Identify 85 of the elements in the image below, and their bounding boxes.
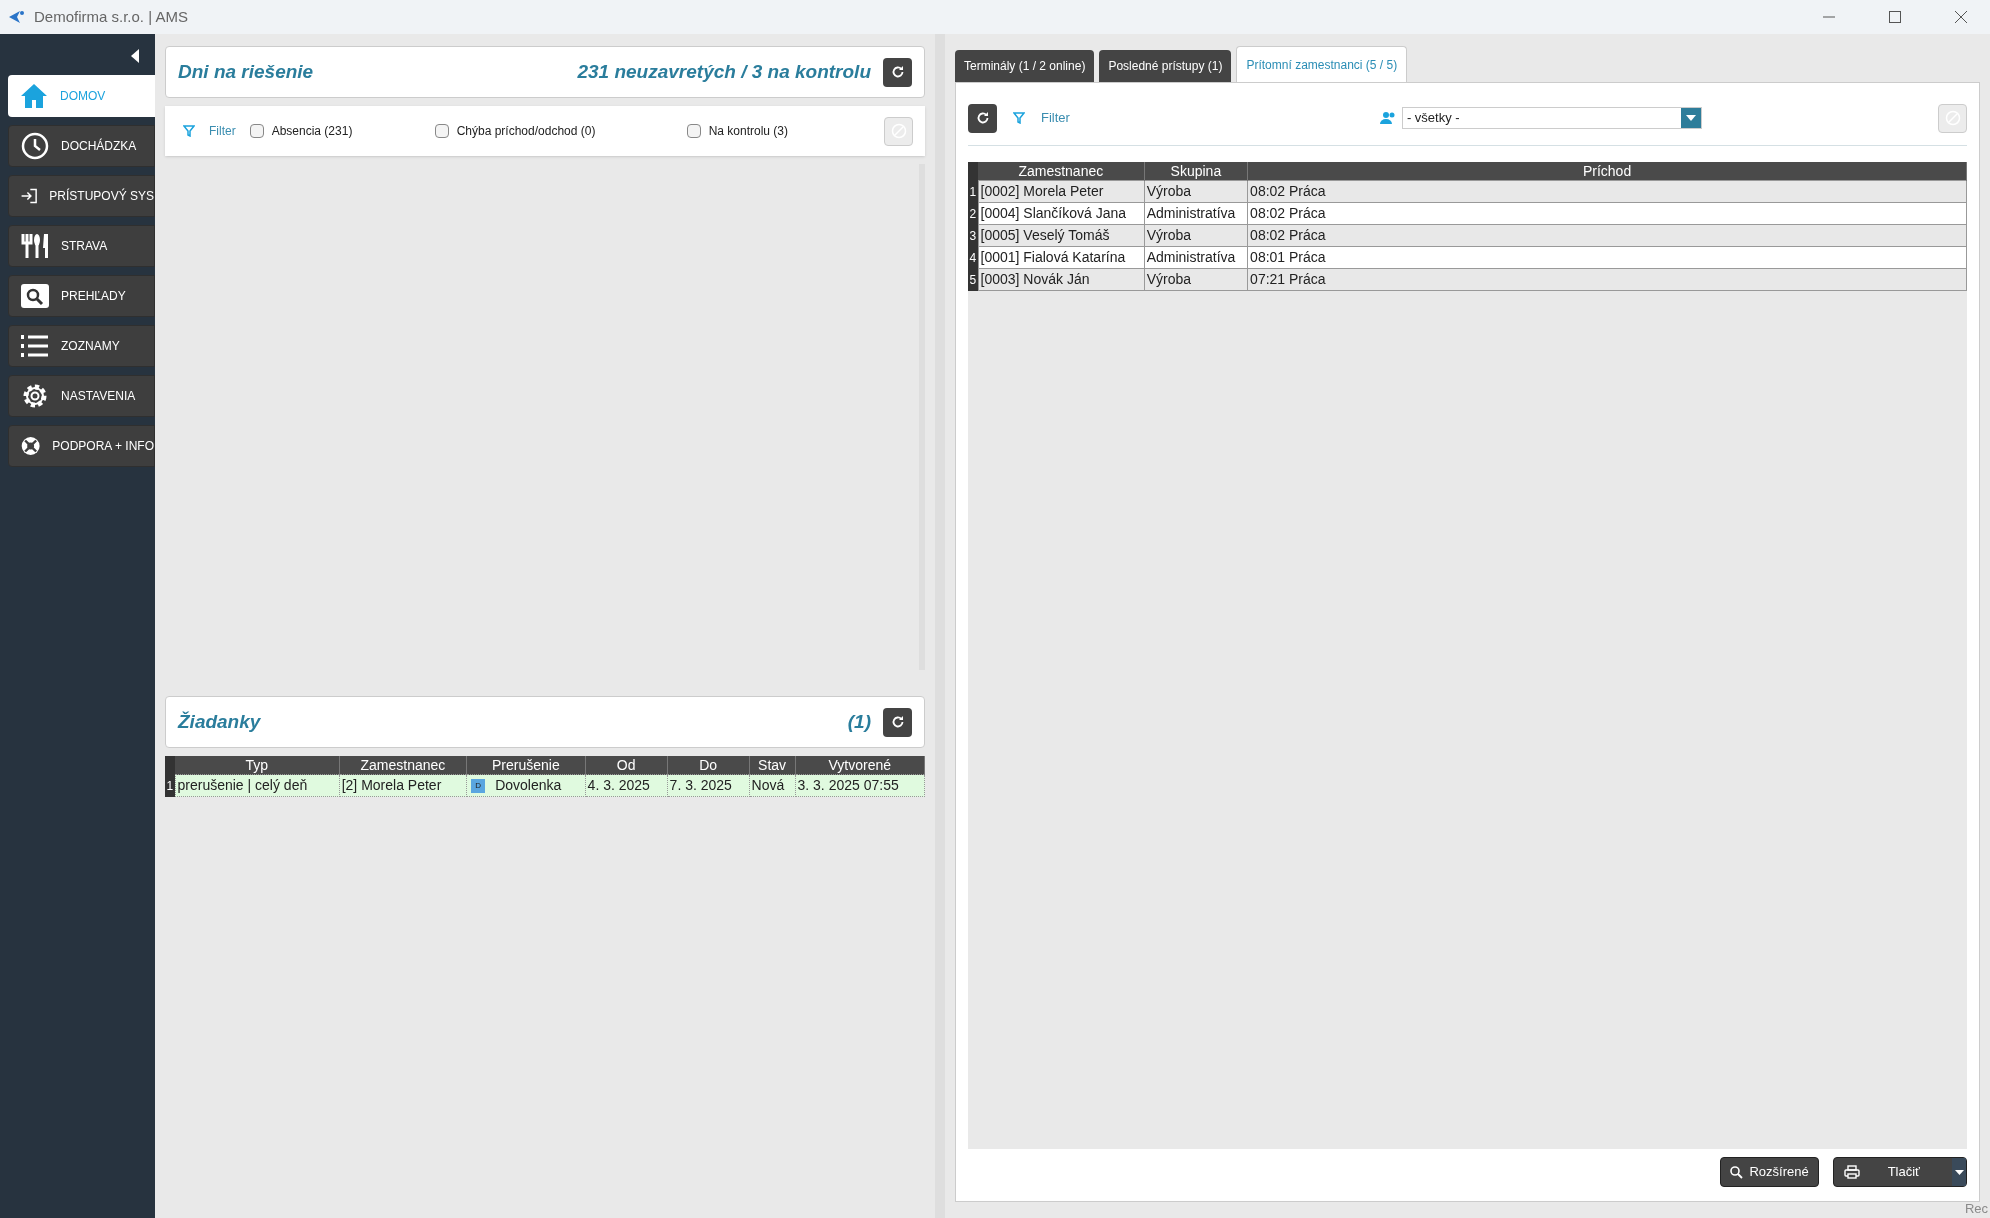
table-cell: prerušenie | celý deň	[175, 774, 340, 797]
table-cell: 08:02 Práca	[1247, 180, 1967, 203]
tab[interactable]: Terminály (1 / 2 online)	[955, 50, 1095, 82]
refresh-button[interactable]	[968, 103, 997, 133]
app-logo-icon	[8, 9, 26, 25]
tab[interactable]: Posledné prístupy (1)	[1099, 50, 1232, 82]
search-icon	[1730, 1165, 1744, 1179]
group-select[interactable]: - všetky -	[1401, 107, 1702, 129]
column-header: Zamestnanec	[339, 756, 467, 775]
sidebar-item[interactable]: ZOZNAMY	[8, 325, 155, 367]
refresh-button[interactable]	[883, 707, 912, 737]
table-cell: Výroba	[1144, 224, 1248, 247]
maximize-icon[interactable]	[1888, 10, 1902, 24]
table-cell: 3. 3. 2025 07:55	[795, 774, 925, 797]
table-cell: [0005] Veselý Tomáš	[978, 224, 1145, 247]
row-number: 3	[968, 224, 978, 247]
column-header: Skupina	[1144, 162, 1248, 181]
filter-checkbox[interactable]: Na kontrolu (3)	[686, 122, 867, 140]
panel-title: Dni na riešenie	[178, 59, 315, 84]
table-cell: Administratíva	[1144, 246, 1248, 269]
column-header: Vytvorené	[795, 756, 925, 775]
column-header: Prerušenie	[466, 756, 586, 775]
table-cell: Dovolenka	[495, 777, 562, 793]
advanced-search-button[interactable]: Rozšírené	[1720, 1157, 1819, 1187]
sidebar-item[interactable]: DOCHÁDZKA	[8, 125, 155, 167]
summary-text: 231 neuzavretých / 3 na kontrolu	[577, 59, 871, 84]
printer-icon	[1843, 1165, 1860, 1179]
sidebar-item[interactable]: NASTAVENIA	[8, 375, 155, 417]
table-cell: 07:21 Práca	[1247, 268, 1967, 291]
cutlery-icon	[21, 233, 49, 259]
gear-icon	[21, 382, 49, 410]
table-cell: 4. 3. 2025	[585, 774, 668, 797]
refresh-icon	[975, 111, 990, 125]
column-header: Zamestnanec	[978, 162, 1145, 181]
refresh-button[interactable]	[883, 57, 912, 87]
collapse-icon[interactable]	[131, 49, 139, 63]
table-cell: [2] Morela Peter	[339, 774, 467, 797]
panel-title: Žiadanky	[178, 709, 262, 734]
column-header: Príchod	[1247, 162, 1967, 181]
tab[interactable]: Prítomní zamestnanci (5 / 5)	[1236, 46, 1408, 82]
row-number: 2	[968, 202, 978, 225]
clock-icon	[21, 132, 49, 160]
sidebar-item[interactable]: PODPORA + INFO	[8, 425, 155, 467]
table-cell: Výroba	[1144, 268, 1248, 291]
table-cell: [0004] Slančíková Jana	[978, 202, 1145, 225]
refresh-icon	[890, 65, 905, 79]
dropdown-icon	[1685, 115, 1696, 121]
row-number: 1	[165, 774, 175, 797]
absence-badge: D	[471, 779, 486, 794]
home-icon	[20, 83, 48, 109]
corner-text: Rec	[1964, 1199, 1988, 1218]
filter-icon	[183, 125, 195, 137]
sidebar-item[interactable]: STRAVA	[8, 225, 155, 267]
row-number: 5	[968, 268, 978, 291]
column-header: Do	[667, 756, 750, 775]
sidebar-item[interactable]: PREHĽADY	[8, 275, 155, 317]
caret-icon	[1954, 1169, 1964, 1175]
filter-label: Filter	[1041, 109, 1070, 128]
list-icon	[21, 334, 49, 358]
filter-checkbox[interactable]: Absencia (231)	[249, 122, 435, 140]
table-cell: Administratíva	[1144, 202, 1248, 225]
row-number: 1	[968, 180, 978, 203]
close-icon[interactable]	[1954, 10, 1968, 24]
print-button[interactable]: Tlačiť	[1832, 1157, 1967, 1187]
table-cell: [0001] Fialová Katarína	[978, 246, 1145, 269]
table-cell: 08:02 Práca	[1247, 224, 1967, 247]
table-cell: 08:01 Práca	[1247, 246, 1967, 269]
refresh-icon	[890, 715, 905, 729]
table-cell: Nová	[749, 774, 795, 797]
table-cell: 08:02 Práca	[1247, 202, 1967, 225]
row-number: 4	[968, 246, 978, 269]
column-header: Stav	[749, 756, 795, 775]
filter-checkbox[interactable]: Chýba príchod/odchod (0)	[434, 122, 687, 140]
table-cell: [0002] Morela Peter	[978, 180, 1145, 203]
window-title: Demofirma s.r.o. | AMS	[34, 6, 188, 27]
table-cell: Výroba	[1144, 180, 1248, 203]
request-count: (1)	[847, 709, 871, 734]
filter-icon	[1013, 112, 1025, 124]
column-header: Od	[585, 756, 668, 775]
column-header: Typ	[175, 756, 340, 775]
filter-label: Filter	[209, 123, 236, 140]
search-icon	[21, 284, 49, 308]
table-cell: 7. 3. 2025	[667, 774, 750, 797]
table-cell: [0003] Novák Ján	[978, 268, 1145, 291]
sidebar-item[interactable]: PRÍSTUPOVÝ SYS	[8, 175, 155, 217]
